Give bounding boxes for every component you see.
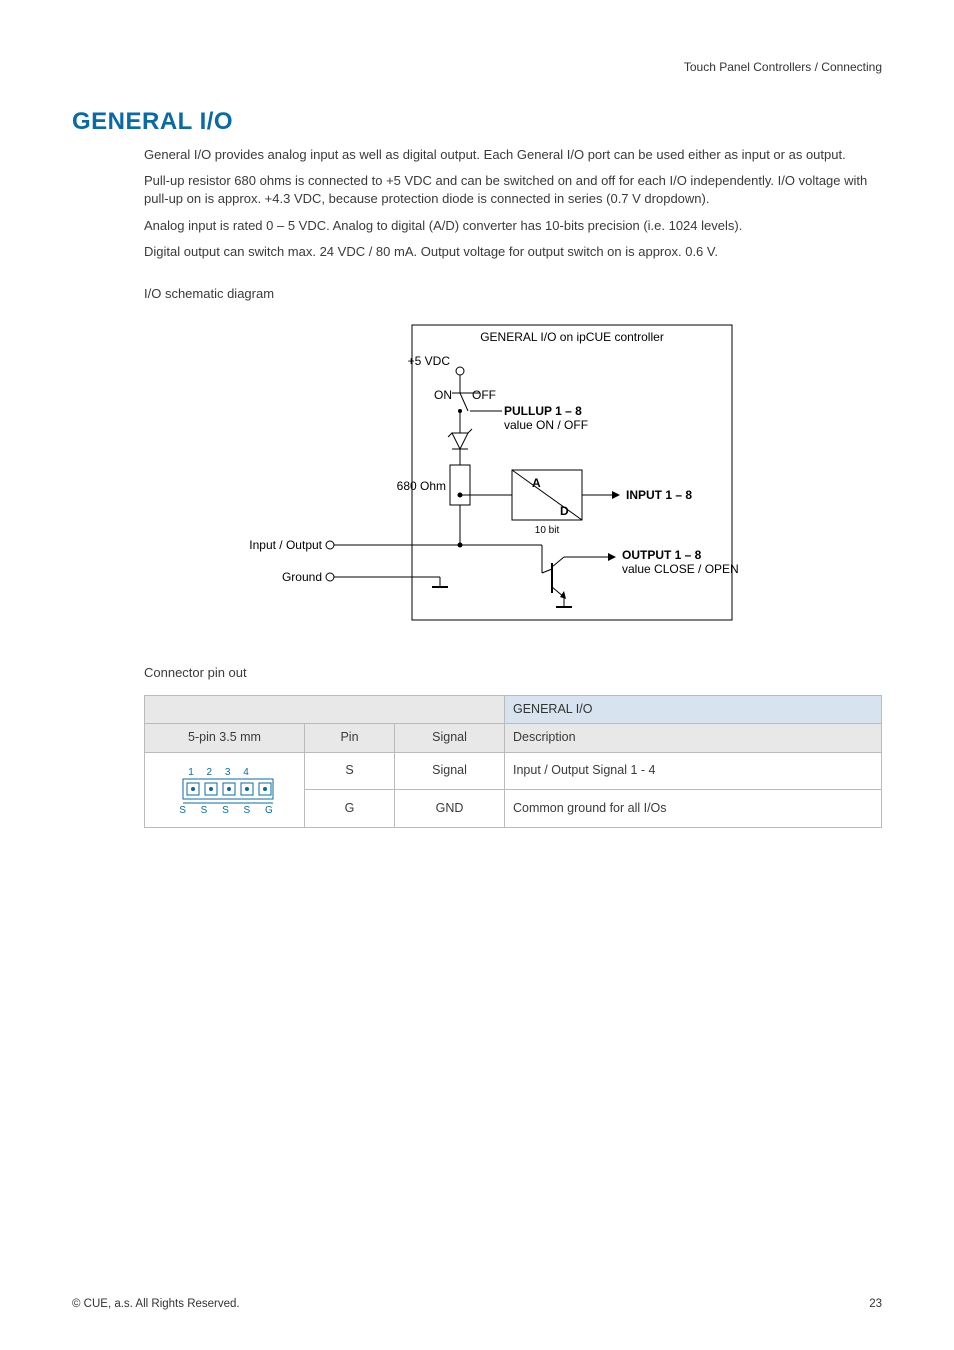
paragraph-2: Pull-up resistor 680 ohms is connected t…: [144, 172, 882, 208]
section-title: GENERAL I/O: [72, 108, 882, 136]
table-header-main: GENERAL I/O: [505, 695, 882, 724]
diagram-a-label: A: [532, 476, 541, 490]
table-row: GND: [395, 790, 505, 828]
footer-page-number: 23: [869, 1298, 882, 1310]
diagram-input-label: INPUT 1 – 8: [626, 488, 692, 502]
pinout-heading: Connector pin out: [144, 664, 882, 682]
main-content: General I/O provides analog input as wel…: [144, 146, 882, 828]
schematic-heading: I/O schematic diagram: [144, 285, 882, 303]
table-header-blank: [145, 695, 305, 724]
diagram-gnd-label: Ground: [282, 570, 322, 584]
diagram-off-label: OFF: [472, 388, 496, 402]
pinout-table: GENERAL I/O 5-pin 3.5 mm Pin Signal Desc…: [144, 695, 882, 828]
paragraph-4: Digital output can switch max. 24 VDC / …: [144, 243, 882, 261]
table-col-connector: 5-pin 3.5 mm: [145, 724, 305, 753]
connector-diagram-cell: 1 2 3 4 S S S S G: [145, 752, 305, 827]
diagram-5v-label: +5 VDC: [408, 354, 451, 368]
diagram-io-label: Input / Output: [249, 538, 322, 552]
table-row: G: [305, 790, 395, 828]
table-row: Input / Output Signal 1 - 4: [505, 752, 882, 790]
table-row: Signal: [395, 752, 505, 790]
diagram-pullup-label: PULLUP 1 – 8: [504, 404, 582, 418]
page-footer: © CUE, a.s. All Rights Reserved. 23: [72, 1298, 882, 1310]
table-row: S: [305, 752, 395, 790]
paragraph-1: General I/O provides analog input as wel…: [144, 146, 882, 164]
diagram-resistor-label: 680 Ohm: [397, 479, 446, 493]
header-path: Touch Panel Controllers / Connecting: [684, 60, 882, 74]
connector-bottom-labels: S S S S G: [179, 805, 279, 816]
footer-copyright: © CUE, a.s. All Rights Reserved.: [72, 1298, 240, 1310]
connector-top-labels: 1 2 3 4: [188, 767, 254, 778]
diagram-d-label: D: [560, 504, 569, 518]
diagram-pullup-value: value ON / OFF: [504, 418, 588, 432]
table-col-description: Description: [505, 724, 882, 753]
diagram-output-label: OUTPUT 1 – 8: [622, 548, 702, 562]
diagram-on-label: ON: [434, 388, 452, 402]
schematic-diagram: GENERAL I/O on ipCUE controller +5 VDC O…: [72, 315, 882, 640]
table-col-pin: Pin: [305, 724, 395, 753]
diagram-title: GENERAL I/O on ipCUE controller: [480, 330, 664, 344]
diagram-output-value: value CLOSE / OPEN: [622, 562, 739, 576]
table-row: Common ground for all I/Os: [505, 790, 882, 828]
paragraph-3: Analog input is rated 0 – 5 VDC. Analog …: [144, 217, 882, 235]
table-col-signal: Signal: [395, 724, 505, 753]
diagram-bits-label: 10 bit: [535, 525, 560, 536]
